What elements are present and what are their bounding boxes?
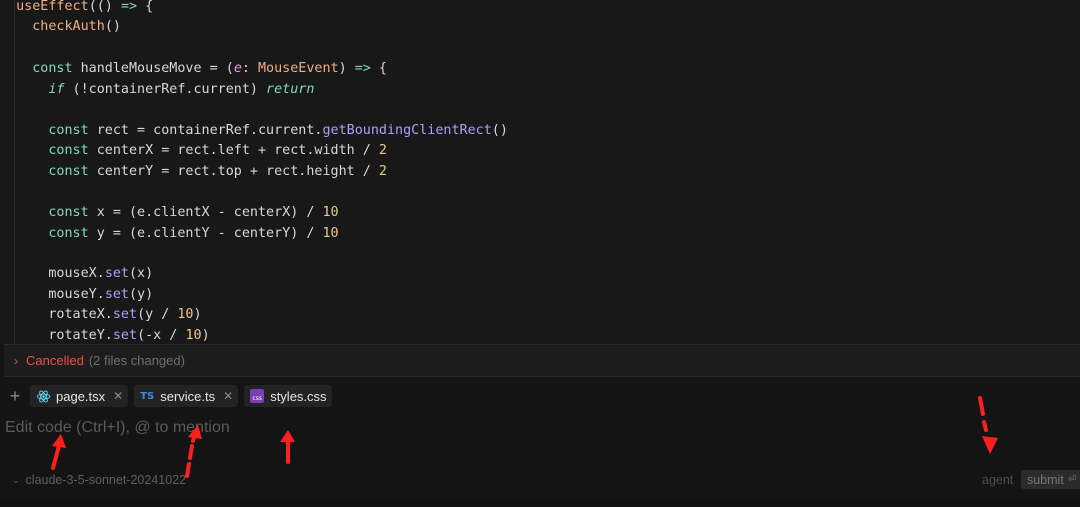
- code-line-12: const y = (e.clientY - centerY) / 10: [0, 226, 339, 241]
- context-file-name: service.ts: [160, 388, 216, 404]
- annotation-arrow-icon: [978, 396, 998, 454]
- bottom-strip: [0, 498, 1080, 507]
- chevron-right-icon[interactable]: ›: [14, 354, 18, 368]
- submit-button[interactable]: submit ⏎: [1021, 470, 1080, 489]
- close-icon[interactable]: ✕: [223, 389, 233, 403]
- mode-label[interactable]: agent: [982, 473, 1013, 487]
- code-line-11: const x = (e.clientX - centerX) / 10: [0, 205, 339, 220]
- status-bar[interactable]: › Cancelled (2 files changed): [4, 344, 1080, 377]
- submit-label: submit: [1027, 472, 1064, 487]
- context-files: + page.tsx ✕ TS service.ts ✕ css styles.…: [0, 384, 338, 408]
- composer-footer: ⌄ claude-3-5-sonnet-20241022 agent submi…: [0, 470, 1080, 492]
- context-chip-page[interactable]: page.tsx ✕: [30, 385, 129, 407]
- code-line-15: mouseY.set(y): [0, 287, 154, 302]
- css-icon: css: [249, 388, 265, 404]
- code-line-9: const centerY = rect.top + rect.height /…: [0, 164, 387, 179]
- code-line-5: if (!containerRef.current) return: [0, 82, 315, 97]
- code-line-4: const handleMouseMove = (e: MouseEvent) …: [0, 61, 387, 76]
- code-line-7: const rect = containerRef.current.getBou…: [0, 123, 508, 138]
- annotation-arrow-icon: [280, 430, 295, 464]
- edit-panel: › Cancelled (2 files changed) + page.tsx…: [0, 344, 1080, 507]
- code-line-16: rotateX.set(y / 10): [0, 307, 202, 322]
- code-line-17: rotateY.set(-x / 10): [0, 328, 210, 343]
- chevron-down-icon: ⌄: [12, 474, 20, 485]
- edit-prompt-input[interactable]: [0, 414, 1080, 442]
- annotation-arrow-icon: [185, 425, 202, 478]
- context-chip-service[interactable]: TS service.ts ✕: [134, 385, 239, 407]
- code-line-8: const centerX = rect.left + rect.width /…: [0, 143, 387, 158]
- enter-icon: ⏎: [1067, 474, 1077, 485]
- typescript-icon: TS: [140, 390, 155, 402]
- code-line-2: checkAuth(): [0, 19, 121, 34]
- close-icon[interactable]: ✕: [113, 389, 123, 403]
- model-selector[interactable]: ⌄ claude-3-5-sonnet-20241022: [12, 473, 186, 487]
- context-chip-styles[interactable]: css styles.css: [244, 385, 332, 407]
- changes-summary: (2 files changed): [88, 353, 185, 368]
- model-name: claude-3-5-sonnet-20241022: [25, 473, 187, 487]
- add-context-icon[interactable]: +: [0, 385, 30, 407]
- context-file-name: styles.css: [270, 388, 327, 404]
- code-line-1: useEffect(() => {: [0, 0, 154, 14]
- react-icon: [35, 388, 51, 404]
- context-file-name: page.tsx: [56, 388, 106, 404]
- code-line-14: mouseX.set(x): [0, 266, 154, 281]
- code-editor[interactable]: useEffect(() => { checkAuth() const hand…: [0, 0, 1080, 344]
- annotation-arrow-icon: [51, 434, 66, 470]
- status-label: Cancelled: [26, 353, 84, 368]
